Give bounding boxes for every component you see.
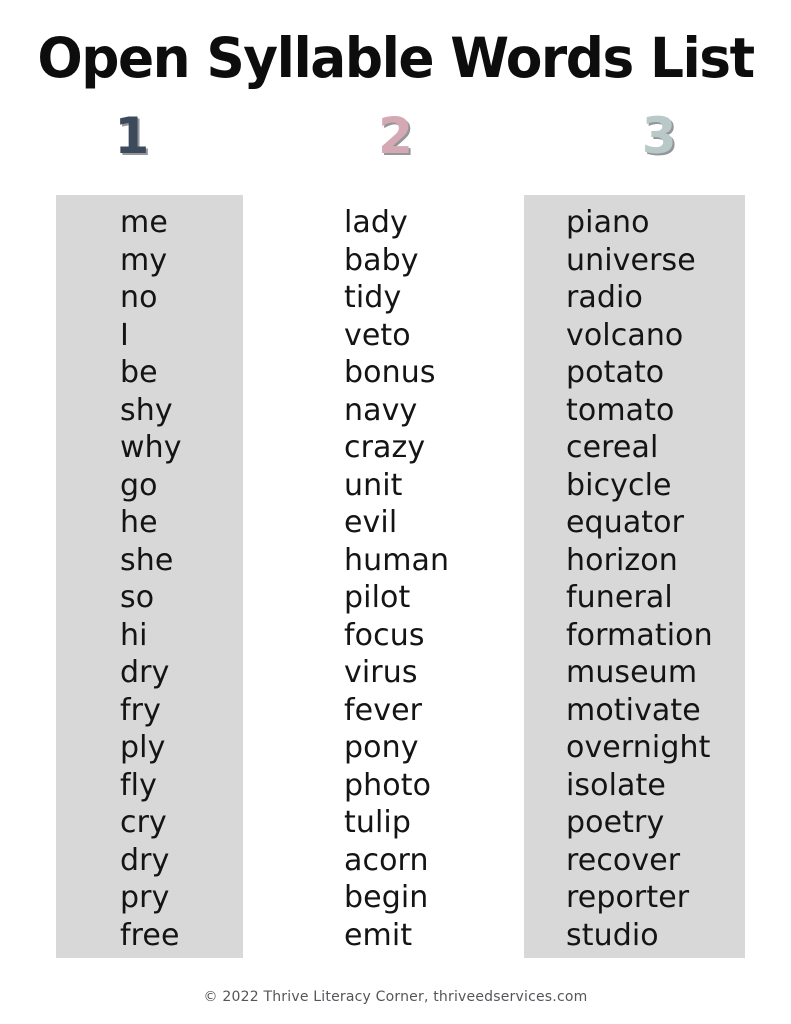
worksheet-page: Open Syllable Words List 1 2 3 me my no Ibe… <box>0 0 791 1024</box>
word-item: begin <box>344 880 429 915</box>
word-item: radio <box>566 280 643 315</box>
word-item: formation <box>566 617 713 653</box>
word-item: piano <box>566 205 650 240</box>
word-item: virus <box>344 655 418 690</box>
title-bar: Open Syllable Words List <box>0 28 791 88</box>
word-item: overnight <box>566 730 711 765</box>
word-item: he <box>120 505 158 540</box>
word-item: no <box>120 280 158 315</box>
word-item: hi <box>120 617 148 653</box>
word-item: why <box>120 430 182 465</box>
word-item: ply <box>120 730 166 765</box>
word-item: acorn <box>344 842 429 878</box>
word-item: free <box>120 917 180 953</box>
word-item: museum <box>566 655 698 690</box>
word-item: be <box>120 355 158 390</box>
word-item: go <box>120 467 158 503</box>
word-item: unit <box>344 467 403 503</box>
word-list-2: lady baby tidy veto bonus navy crazy unit evil hu… <box>330 204 515 954</box>
word-item: evil <box>344 505 398 540</box>
word-item: pony <box>344 730 419 765</box>
footer: © 2022 Thrive Literacy Corner, thriveeds… <box>0 988 791 1006</box>
word-item: navy <box>344 392 418 428</box>
word-item: fever <box>344 692 423 728</box>
word-item: shy <box>120 392 173 428</box>
column-number-3: 3 <box>641 107 677 165</box>
word-item: bicycle <box>566 467 672 503</box>
word-item: reporter <box>566 880 690 915</box>
word-list-3: piano universe radio volcano potato tomato cer… <box>524 204 745 954</box>
word-item: studio <box>566 917 659 953</box>
column-numbers-row: 1 2 3 <box>0 108 791 164</box>
word-item: my <box>120 242 168 278</box>
word-item: me <box>120 205 168 240</box>
word-item: pry <box>120 880 170 915</box>
word-item: human <box>344 542 450 578</box>
word-item: tulip <box>344 805 411 840</box>
copyright-text: © 2022 Thrive Literacy Corner, thriveeds… <box>203 989 588 1005</box>
word-item: fry <box>120 692 161 728</box>
word-item: horizon <box>566 542 678 578</box>
column-number-2: 2 <box>378 107 413 165</box>
word-item: focus <box>344 617 425 653</box>
word-column-3: piano universe radio volcano potato tomato cer… <box>524 195 745 958</box>
column-number-cell-2: 2 <box>264 108 528 164</box>
column-number-cell-1: 1 <box>0 108 264 164</box>
word-item: fly <box>120 767 157 803</box>
word-item: dry <box>120 655 170 690</box>
word-item: so <box>120 580 155 615</box>
word-item: crazy <box>344 430 426 465</box>
page-title: Open Syllable Words List <box>37 26 755 90</box>
word-item: photo <box>344 767 432 803</box>
word-item: isolate <box>566 767 666 803</box>
word-item: funeral <box>566 580 673 615</box>
word-list-1: me my no Ibe shy why go he she so hi dry fry ply fly cr… <box>56 204 243 954</box>
word-item: veto <box>344 317 411 353</box>
word-item: poetry <box>566 805 665 840</box>
word-item: lady <box>344 205 408 240</box>
word-item: recover <box>566 842 681 878</box>
word-item: baby <box>344 242 419 278</box>
word-item: motivate <box>566 692 701 728</box>
word-item: emit <box>344 917 413 953</box>
word-column-1: me my no Ibe shy why go he she so hi dry fry ply fly cr… <box>56 195 243 958</box>
word-item: tidy <box>344 280 402 315</box>
word-column-2: lady baby tidy veto bonus navy crazy unit evil hu… <box>330 195 515 958</box>
word-item: potato <box>566 355 665 390</box>
word-item: she <box>120 542 174 578</box>
word-item: dry <box>120 842 170 878</box>
word-item: bonus <box>344 355 436 390</box>
word-columns: me my no Ibe shy why go he she so hi dry fry ply fly cr… <box>0 195 791 958</box>
word-item: universe <box>566 242 696 278</box>
column-number-cell-3: 3 <box>527 108 791 164</box>
column-number-1: 1 <box>114 107 150 165</box>
word-item: equator <box>566 505 685 540</box>
word-item: I <box>120 317 129 353</box>
word-item: volcano <box>566 317 684 353</box>
word-item: tomato <box>566 392 675 428</box>
word-item: pilot <box>344 580 411 615</box>
word-item: cereal <box>566 430 659 465</box>
word-item: cry <box>120 805 167 840</box>
